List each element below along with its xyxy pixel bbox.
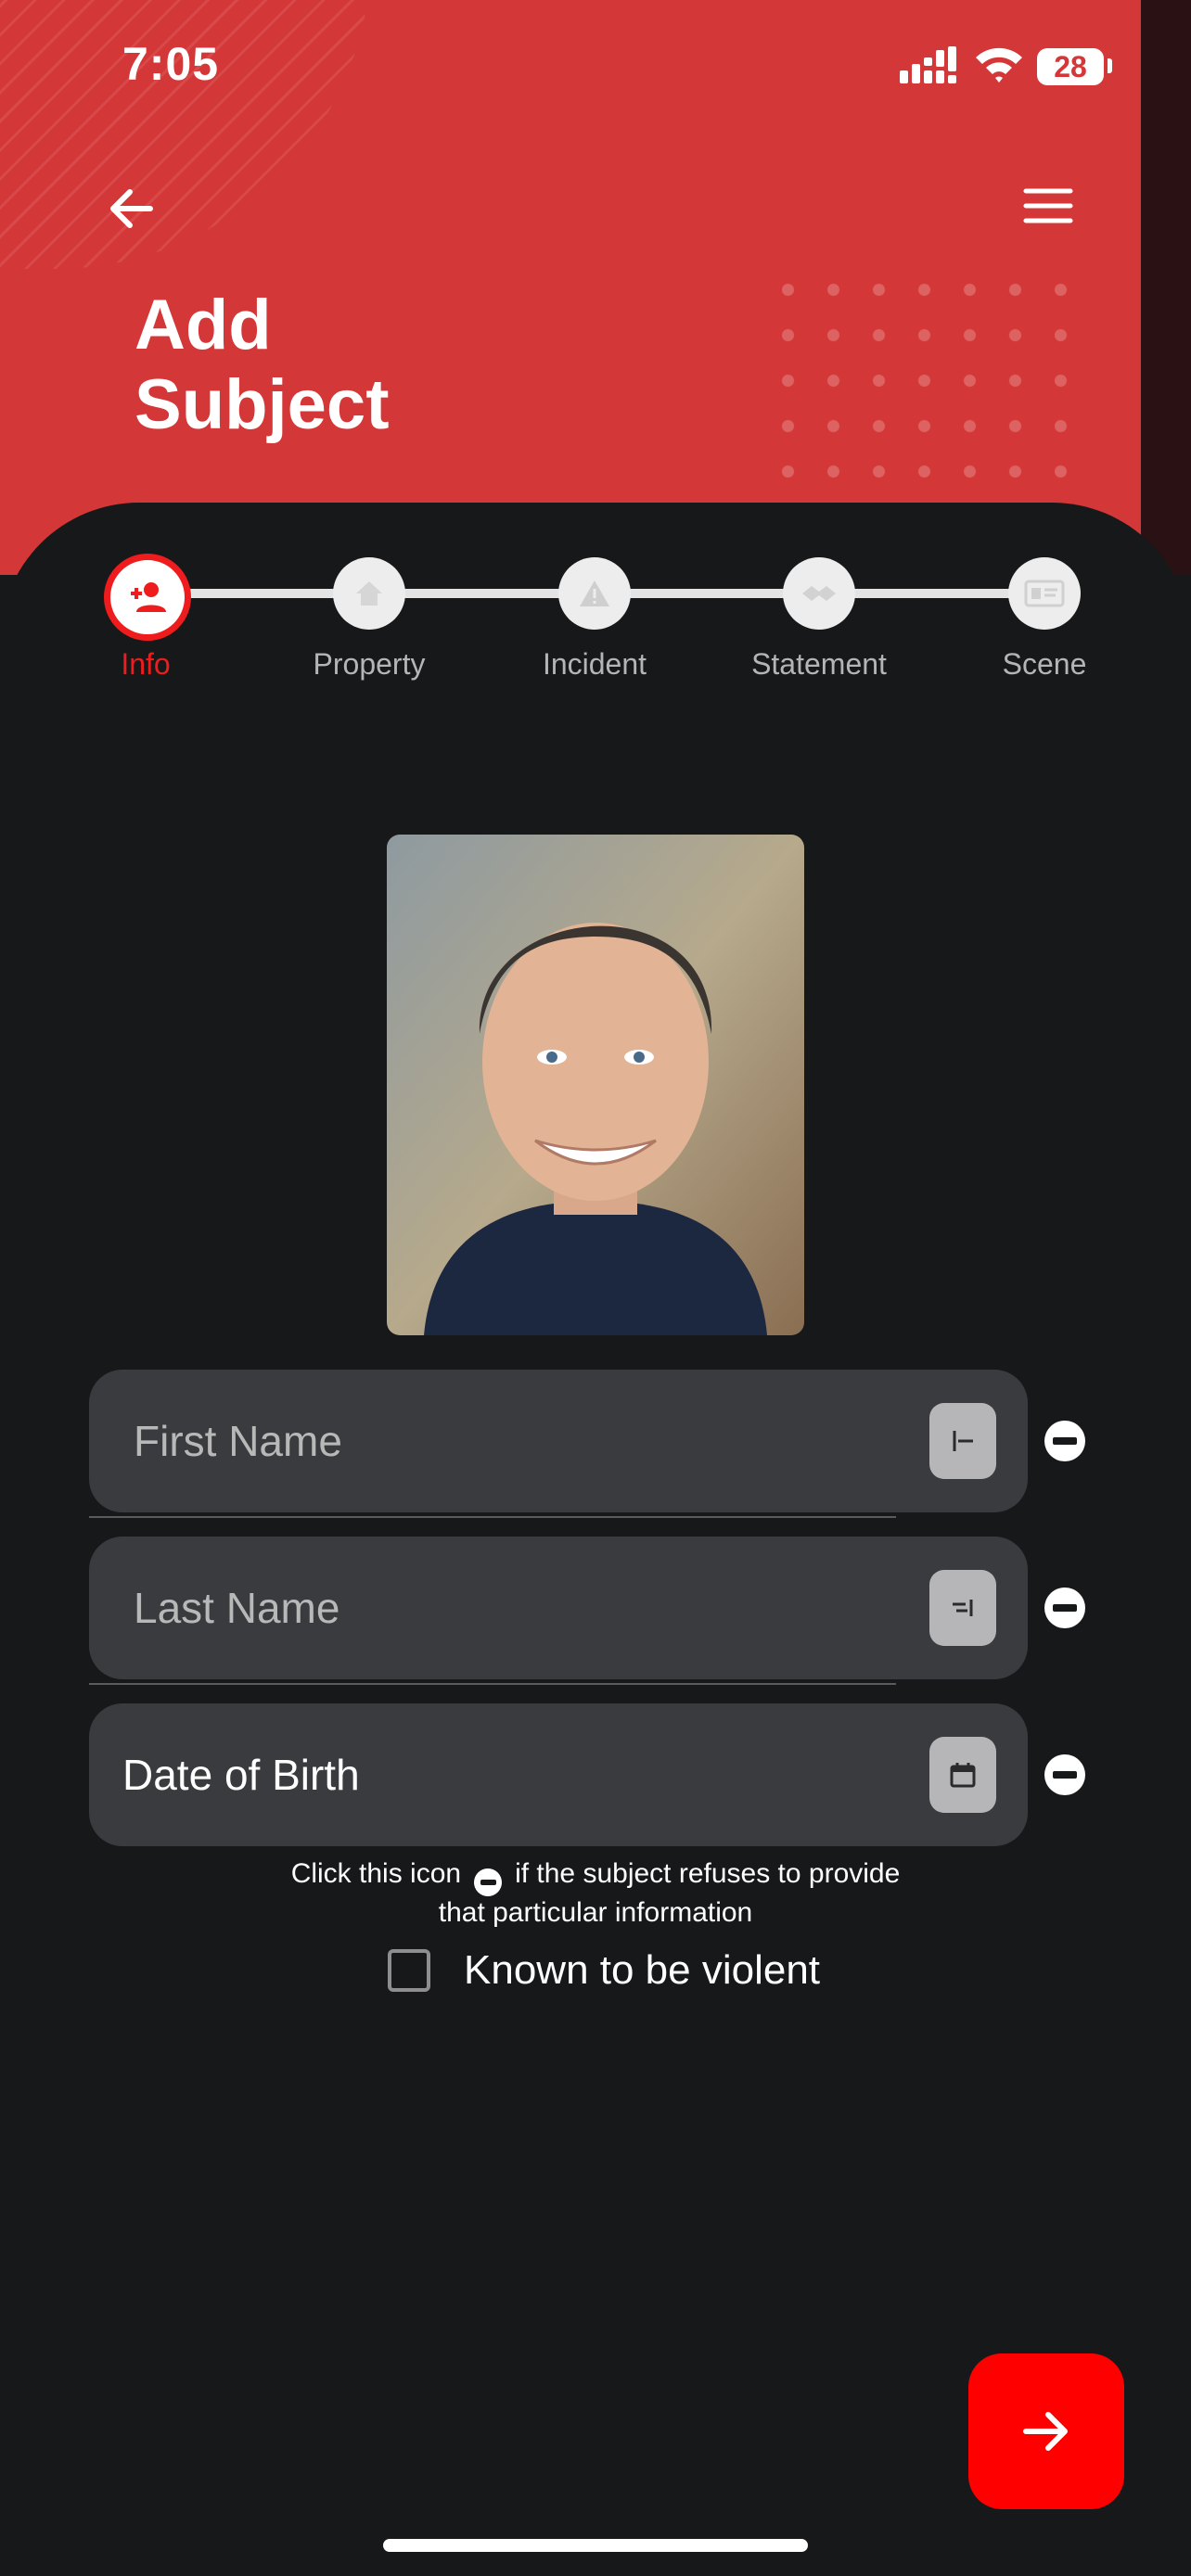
minus-circle-icon [1053,1771,1077,1779]
calendar-icon [950,1763,976,1788]
step-scene[interactable] [1008,557,1081,630]
dob-calendar-button[interactable] [929,1737,996,1813]
first-name-refuse-button[interactable] [1044,1421,1085,1461]
first-name-underline [89,1516,896,1518]
first-name-container [89,1370,1028,1512]
step-statement[interactable] [783,557,855,630]
violent-label[interactable]: Known to be violent [464,1947,820,1994]
handshake-icon [802,586,836,601]
person-add-icon [131,582,166,612]
first-name-input[interactable] [89,1370,894,1512]
last-name-underline [89,1683,896,1685]
page-title: Add Subject [134,286,390,445]
minus-circle-icon [1053,1604,1077,1612]
first-name-field-button[interactable] [929,1403,996,1479]
cellular-signal-icon [900,46,956,83]
id-card-icon [1024,580,1065,607]
dob-input[interactable] [89,1703,883,1846]
warning-icon [580,580,609,606]
subject-photo[interactable] [387,835,804,1335]
hint-text-after: if the subject refuses to provide [515,1858,901,1889]
page-title-line1: Add [134,286,272,364]
hint-text-before: Click this icon [290,1858,462,1889]
step-label-statement[interactable]: Statement [726,647,912,682]
page-title-line2: Subject [134,365,390,444]
step-label-property[interactable]: Property [276,647,462,682]
home-indicator[interactable] [383,2539,808,2552]
decorative-dot-grid [765,267,1090,508]
step-info[interactable] [104,554,191,641]
dob-refuse-button[interactable] [1044,1754,1085,1795]
step-label-info[interactable]: Info [53,647,238,682]
wifi-icon [976,47,1022,83]
minus-circle-icon [474,1868,503,1896]
align-right-icon [953,1600,973,1616]
violent-checkbox[interactable] [388,1949,430,1992]
next-button[interactable] [968,2353,1124,2509]
battery-indicator: 28 [1037,48,1104,85]
last-name-container [89,1537,1028,1679]
step-property[interactable] [333,557,405,630]
dob-container [89,1703,1028,1846]
last-name-field-button[interactable] [929,1570,996,1646]
minus-circle-icon [1053,1437,1077,1445]
arrow-right-icon [1023,2412,1068,2451]
last-name-refuse-button[interactable] [1044,1588,1085,1628]
hamburger-menu-icon[interactable] [1020,184,1076,228]
align-left-icon [953,1431,973,1451]
hint-text-line2: that particular information [438,1897,753,1928]
battery-nub [1108,58,1112,73]
back-arrow-icon[interactable] [104,181,160,236]
step-label-incident[interactable]: Incident [502,647,687,682]
edge-strip [1141,0,1191,575]
step-label-scene[interactable]: Scene [952,647,1137,682]
refuse-hint: Click this icon if the subject refuses to… [186,1857,1005,1930]
home-icon [356,581,382,606]
last-name-input[interactable] [89,1537,894,1679]
step-incident[interactable] [558,557,631,630]
status-time: 7:05 [122,38,220,90]
